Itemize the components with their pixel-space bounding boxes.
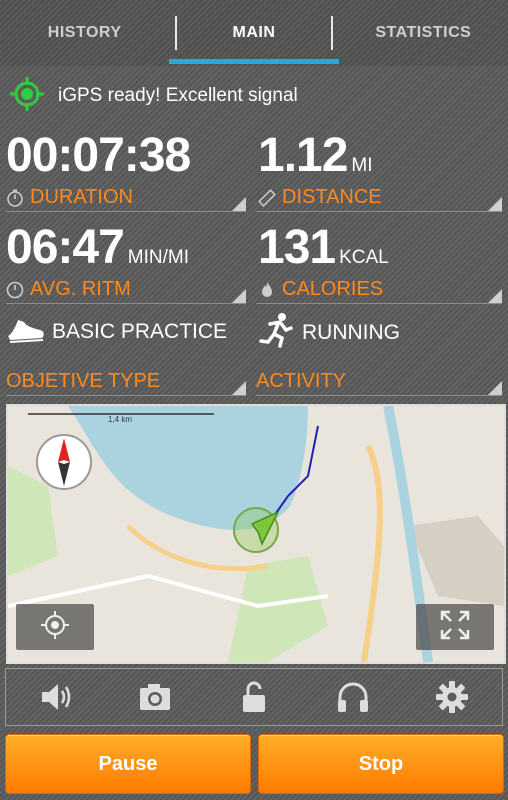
- pace-label: AVG. RITM: [30, 278, 131, 300]
- shoe-icon: [6, 312, 46, 352]
- pace-label-row: AVG. RITM: [6, 278, 131, 301]
- distance-unit: MI: [351, 155, 373, 176]
- divider: [6, 211, 246, 212]
- corner-indicator: [488, 289, 502, 303]
- tab-statistics[interactable]: STATISTICS: [339, 0, 508, 66]
- tab-bar: HISTORY MAIN STATISTICS: [0, 0, 508, 66]
- tab-divider: [331, 16, 333, 50]
- stopwatch-icon: [6, 189, 24, 207]
- tab-divider: [175, 16, 177, 50]
- calories-unit: KCAL: [339, 247, 389, 268]
- expand-icon: [440, 610, 470, 645]
- runner-icon: [258, 312, 294, 354]
- divider: [256, 303, 502, 304]
- action-toolbar: [5, 668, 503, 726]
- distance-label-row: DISTANCE: [258, 186, 382, 209]
- pace-unit: MIN/MI: [127, 247, 189, 268]
- pause-button[interactable]: Pause: [5, 734, 251, 794]
- calories-label-row: CALORIES: [258, 278, 383, 301]
- objective-selector[interactable]: BASIC PRACTICE: [6, 312, 227, 352]
- corner-indicator: [232, 197, 246, 211]
- gps-status: iGPS ready! Excellent signal: [10, 76, 298, 116]
- crosshair-icon: [40, 610, 70, 645]
- settings-icon[interactable]: [432, 677, 472, 717]
- corner-indicator: [232, 381, 246, 395]
- distance-value: 1.12: [258, 129, 348, 182]
- calories-label: CALORIES: [282, 278, 384, 300]
- pace-value: 06:47: [6, 221, 125, 274]
- activity-value: RUNNING: [302, 321, 400, 344]
- stop-button[interactable]: Stop: [258, 734, 504, 794]
- objective-label: OBJETIVE TYPE: [6, 370, 161, 392]
- compass-icon[interactable]: [34, 432, 94, 497]
- gps-target-icon: [10, 76, 44, 116]
- divider: [6, 395, 246, 396]
- clock-icon: [6, 281, 24, 299]
- volume-icon[interactable]: [36, 677, 76, 717]
- divider: [6, 303, 246, 304]
- camera-icon[interactable]: [135, 677, 175, 717]
- duration-label-row: DURATION: [6, 186, 133, 209]
- center-location-button[interactable]: [16, 604, 94, 650]
- activity-selector[interactable]: RUNNING: [258, 312, 400, 354]
- corner-indicator: [232, 289, 246, 303]
- map-scale: 1,4 km: [108, 415, 132, 424]
- corner-indicator: [488, 197, 502, 211]
- tab-history[interactable]: HISTORY: [0, 0, 169, 66]
- fullscreen-button[interactable]: [416, 604, 494, 650]
- divider: [256, 395, 502, 396]
- distance-label: DISTANCE: [282, 186, 382, 208]
- pace-stat[interactable]: 06:47 MIN/MI: [6, 224, 189, 272]
- duration-stat[interactable]: 00:07:38: [6, 129, 191, 182]
- current-position-arrow-icon: [230, 504, 282, 561]
- corner-indicator: [488, 381, 502, 395]
- tab-main[interactable]: MAIN: [169, 0, 339, 66]
- duration-value: 00:07:38: [6, 129, 191, 182]
- route-map[interactable]: 1,4 km: [6, 404, 506, 664]
- duration-label: DURATION: [30, 186, 133, 208]
- objective-value: BASIC PRACTICE: [52, 320, 228, 343]
- calories-stat[interactable]: 131 KCAL: [258, 224, 389, 272]
- activity-label: ACTIVITY: [256, 370, 347, 392]
- calories-value: 131: [258, 221, 336, 274]
- divider: [256, 211, 502, 212]
- distance-stat[interactable]: 1.12 MI: [258, 132, 373, 180]
- flame-icon: [258, 281, 276, 299]
- headphones-icon[interactable]: [333, 677, 373, 717]
- ruler-icon: [258, 188, 276, 207]
- lock-icon[interactable]: [234, 677, 274, 717]
- gps-status-text: iGPS ready! Excellent signal: [58, 85, 298, 106]
